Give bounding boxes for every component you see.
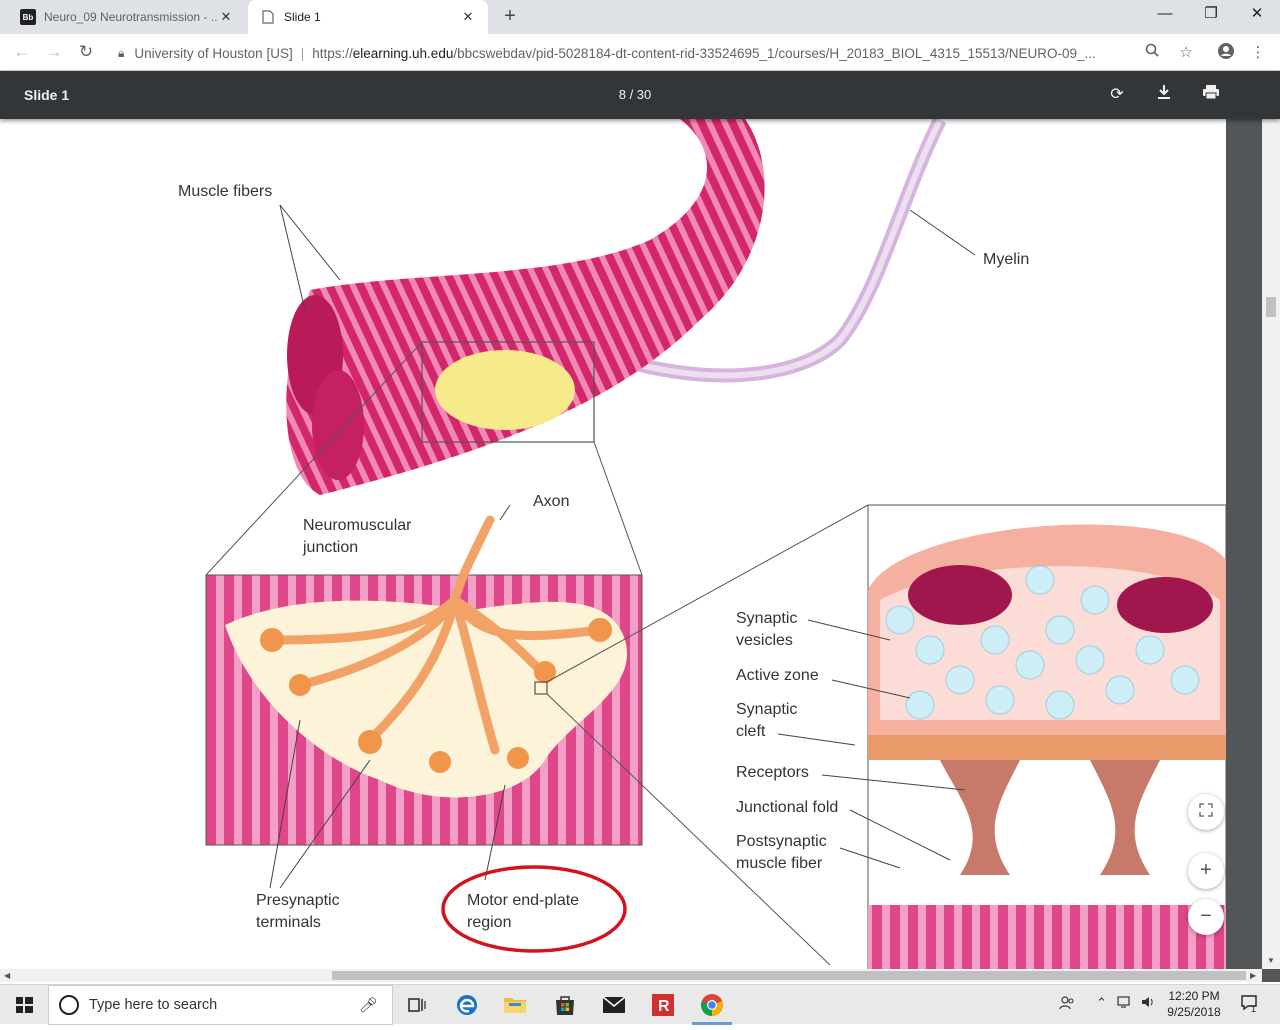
page-icon (260, 9, 276, 25)
pdf-page: Muscle fibers Myelin Axon Neuromuscular … (0, 119, 1226, 969)
taskbar-search[interactable]: Type here to search 🎤︎ (48, 985, 393, 1025)
scroll-thumb[interactable] (1266, 297, 1276, 317)
windows-taskbar: Type here to search 🎤︎ R ⌃ 12:20 PM 9/25… (0, 984, 1280, 1025)
svg-text:1: 1 (1251, 1004, 1256, 1013)
label-neuromuscular-junction: Neuromuscular junction (303, 517, 412, 556)
search-placeholder: Type here to search (89, 997, 218, 1013)
svg-text:R: R (658, 998, 670, 1015)
scroll-left-arrow[interactable]: ◀ (4, 969, 10, 982)
system-clock[interactable]: 12:20 PM 9/25/2018 (1158, 988, 1230, 1020)
scroll-thumb[interactable] (332, 971, 1246, 980)
pdf-title: Slide 1 (24, 87, 70, 103)
new-tab-button[interactable]: + (498, 5, 522, 29)
back-button[interactable]: ← (10, 41, 34, 65)
microphone-icon[interactable]: 🎤︎ (359, 996, 378, 1014)
zoom-in-button[interactable]: + (1188, 853, 1224, 889)
notifications-icon[interactable]: 1 (1240, 993, 1260, 1016)
label-synaptic-cleft: Synaptic cleft (736, 701, 798, 740)
minimize-button[interactable]: — (1142, 0, 1188, 30)
neuromuscular-junction-diagram (205, 119, 1226, 969)
start-button[interactable] (0, 985, 48, 1025)
fit-page-button[interactable] (1188, 794, 1224, 830)
clock-time: 12:20 PM (1168, 989, 1220, 1003)
horizontal-scrollbar[interactable]: ◀ ▶ (0, 969, 1262, 982)
r-app-icon[interactable]: R (639, 985, 687, 1025)
label-myelin: Myelin (983, 251, 1030, 268)
tab-title: Neuro_09 Neurotransmission - ... (44, 10, 218, 24)
close-window-button[interactable]: ✕ (1234, 0, 1280, 30)
label-receptors: Receptors (736, 764, 809, 781)
volume-icon[interactable] (1141, 995, 1155, 1012)
url-text: https://elearning.uh.edu/bbcswebdav/pid-… (312, 45, 1096, 61)
blackboard-icon: Bb (20, 9, 36, 25)
label-postsynaptic-fiber: Postsynaptic muscle fiber (736, 833, 827, 872)
site-org: University of Houston [US] (134, 45, 293, 61)
label-presynaptic-terminals: Presynaptic terminals (256, 892, 340, 931)
pdf-viewer[interactable]: Muscle fibers Myelin Axon Neuromuscular … (0, 119, 1280, 982)
tab-slide1[interactable]: Slide 1 ✕ (248, 0, 488, 34)
scroll-right-arrow[interactable]: ▶ (1250, 969, 1256, 982)
browser-toolbar: ← → ↻ 🔒︎ University of Houston [US] | ht… (0, 34, 1280, 71)
lock-icon[interactable]: 🔒︎ (118, 46, 124, 61)
maximize-button[interactable]: ❐ (1188, 0, 1234, 30)
people-icon[interactable] (1059, 995, 1075, 1014)
chrome-icon[interactable] (688, 985, 736, 1025)
rotate-icon[interactable]: ⟳ (1106, 84, 1128, 106)
close-tab-icon[interactable]: ✕ (218, 9, 234, 25)
clock-date: 9/25/2018 (1167, 1005, 1221, 1019)
vertical-scrollbar[interactable]: ▲ ▼ (1262, 71, 1280, 969)
zoom-icon[interactable] (1141, 42, 1163, 64)
network-icon[interactable] (1117, 995, 1133, 1012)
label-axon: Axon (533, 493, 570, 510)
task-view-icon[interactable] (393, 985, 441, 1025)
print-icon[interactable] (1200, 84, 1222, 106)
menu-icon[interactable]: ⋮ (1247, 42, 1269, 64)
show-hidden-icons[interactable]: ⌃ (1096, 995, 1107, 1011)
address-separator: | (300, 45, 305, 61)
label-synaptic-vesicles: Synaptic vesicles (736, 610, 798, 649)
label-motor-end-plate: Motor end-plate region (467, 892, 580, 931)
forward-button[interactable]: → (42, 41, 66, 65)
address-bar[interactable]: 🔒︎ University of Houston [US] | https://… (110, 39, 1140, 67)
tab-title: Slide 1 (284, 10, 321, 24)
file-explorer-icon[interactable] (491, 985, 539, 1025)
page-indicator[interactable]: 8 / 30 (600, 87, 670, 102)
download-icon[interactable] (1153, 84, 1175, 106)
label-active-zone: Active zone (736, 667, 819, 684)
label-junctional-fold: Junctional fold (736, 799, 839, 816)
edge-icon[interactable] (443, 985, 491, 1025)
tab-neuro09[interactable]: Bb Neuro_09 Neurotransmission - ... ✕ (8, 0, 246, 34)
tab-strip: Bb Neuro_09 Neurotransmission - ... ✕ Sl… (0, 0, 1280, 34)
close-tab-icon[interactable]: ✕ (460, 9, 476, 25)
windows-icon (16, 997, 33, 1013)
scroll-down-arrow[interactable]: ▼ (1262, 956, 1280, 965)
reload-button[interactable]: ↻ (74, 41, 98, 65)
bookmark-star-icon[interactable]: ☆ (1175, 42, 1197, 64)
label-muscle-fibers: Muscle fibers (178, 183, 273, 200)
zoom-out-button[interactable]: − (1188, 899, 1224, 935)
store-icon[interactable] (541, 985, 589, 1025)
cortana-icon (59, 995, 79, 1015)
pdf-toolbar: Slide 1 8 / 30 ⟳ (0, 71, 1280, 119)
mail-icon[interactable] (590, 985, 638, 1025)
account-icon[interactable] (1215, 42, 1237, 64)
